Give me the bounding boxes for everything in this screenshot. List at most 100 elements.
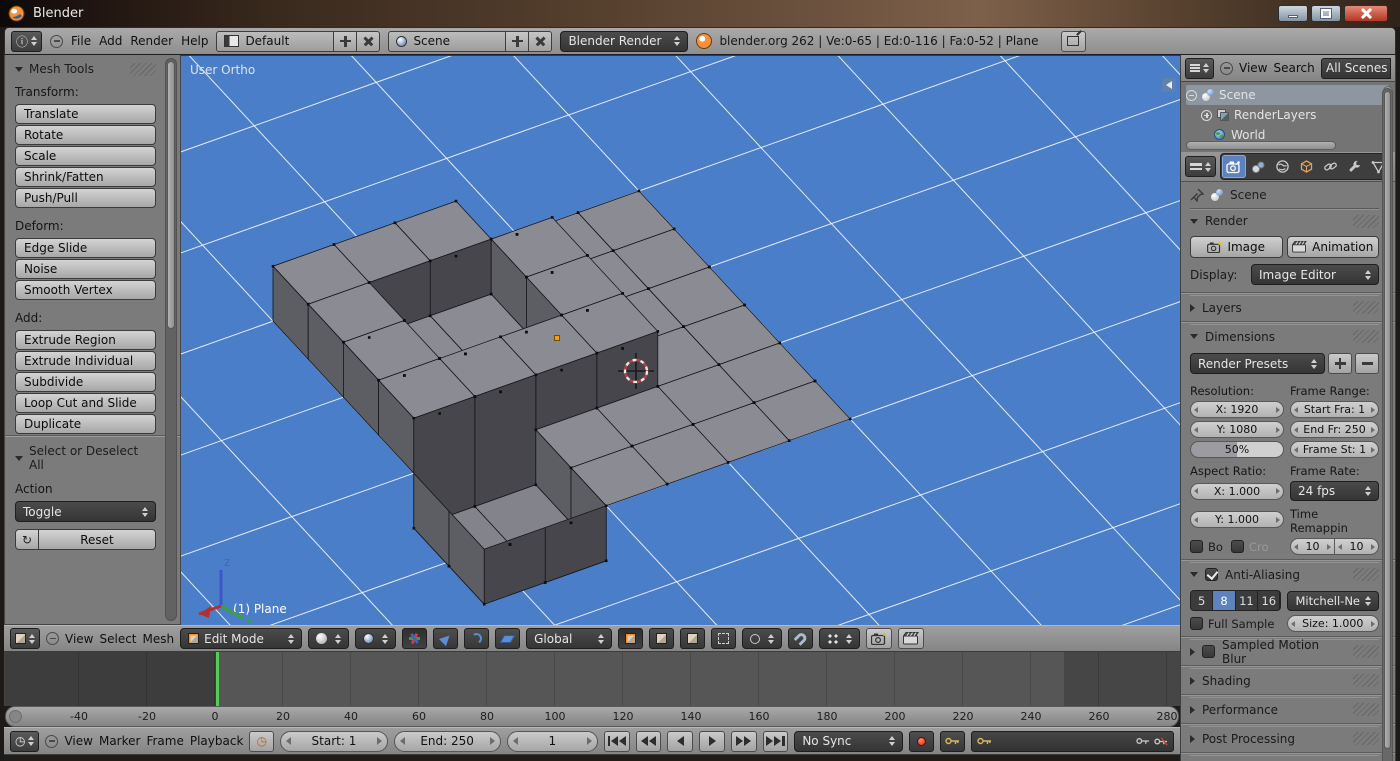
shading-dropdown[interactable] (308, 628, 349, 649)
panel-drag-hatch[interactable] (1353, 568, 1379, 581)
face-select-button[interactable] (680, 628, 705, 649)
panel-header-stamp[interactable]: Stamp (1190, 755, 1379, 761)
editor-type-button[interactable] (1185, 58, 1214, 79)
menu-view[interactable]: View (65, 632, 93, 646)
aa-samples-8[interactable]: 8 (1213, 591, 1235, 610)
frame-start-field[interactable]: Start Fra: 1 (1290, 401, 1379, 418)
panel-drag-hatch[interactable] (1353, 732, 1379, 745)
manipulator-rotate-button[interactable] (464, 628, 489, 649)
manipulator-translate-button[interactable] (402, 628, 427, 649)
tool-button-rotate[interactable]: Rotate (15, 125, 156, 145)
edge-select-button[interactable] (649, 628, 674, 649)
delete-key-icon[interactable] (1154, 737, 1168, 746)
close-button[interactable] (1344, 5, 1388, 22)
tool-button-edge-slide[interactable]: Edge Slide (15, 238, 156, 258)
editor-type-button[interactable] (10, 628, 40, 649)
frame-end-field[interactable]: End Fr: 250 (1290, 421, 1379, 438)
panel-header-shading[interactable]: Shading (1190, 668, 1379, 692)
aa-samples-11[interactable]: 11 (1236, 591, 1258, 610)
expand-region-icon[interactable] (1162, 78, 1176, 92)
editor-type-button[interactable]: ◷ (10, 731, 39, 752)
toolshelf-scrollbar[interactable] (165, 58, 177, 621)
action-dropdown[interactable]: Toggle (15, 501, 156, 522)
render-image-button[interactable]: Image (1190, 236, 1283, 258)
scrollbar-thumb[interactable] (1384, 91, 1391, 749)
tool-button-extrude-individual[interactable]: Extrude Individual (15, 351, 156, 371)
render-presets-dropdown[interactable]: Render Presets (1190, 353, 1325, 374)
remap-old-field[interactable]: 10 (1290, 538, 1334, 555)
occlude-geometry-button[interactable] (711, 628, 736, 649)
outliner-item-renderlayers[interactable]: RenderLayers (1186, 105, 1379, 125)
tab-scene[interactable] (1246, 155, 1270, 178)
scrollbar-thumb[interactable] (167, 61, 175, 329)
editor-type-button[interactable]: ⓘ (11, 31, 42, 52)
menu-mesh[interactable]: Mesh (143, 632, 175, 646)
border-checkbox[interactable] (1190, 540, 1203, 553)
mesh-tools-panel-header[interactable]: Mesh Tools (15, 62, 156, 76)
tab-modifiers[interactable] (1342, 155, 1366, 178)
scene-field[interactable]: Scene (388, 31, 506, 52)
aspect-x-field[interactable]: X: 1.000 (1190, 483, 1284, 500)
aspect-y-field[interactable]: Y: 1.000 (1190, 511, 1284, 528)
maximize-button[interactable] (1311, 5, 1341, 22)
collapse-icon[interactable] (1186, 90, 1197, 101)
panel-header-sampled-motion-blur[interactable]: Sampled Motion Blur (1190, 639, 1379, 663)
screen-layout-field[interactable]: Default (216, 31, 334, 52)
snap-element-dropdown[interactable] (819, 628, 860, 649)
expand-icon[interactable] (1201, 110, 1212, 121)
layers-panel-header[interactable]: Layers (1190, 295, 1379, 319)
tab-object[interactable] (1294, 155, 1318, 178)
panel-drag-hatch[interactable] (130, 63, 156, 76)
resolution-y-field[interactable]: Y: 1080 (1190, 421, 1284, 438)
prev-keyframe-button[interactable] (636, 731, 662, 752)
tool-button-extrude-region[interactable]: Extrude Region (15, 330, 156, 350)
panel-checkbox[interactable] (1202, 645, 1215, 658)
frame-step-field[interactable]: Frame St: 1 (1290, 441, 1379, 458)
mode-dropdown[interactable]: Edit Mode (180, 628, 302, 649)
panel-drag-hatch[interactable] (1353, 330, 1379, 343)
tool-button-noise[interactable]: Noise (15, 259, 156, 279)
tool-button-scale[interactable]: Scale (15, 146, 156, 166)
remove-preset-button[interactable] (1355, 353, 1379, 374)
tool-button-subdivide[interactable]: Subdivide (15, 372, 156, 392)
keying-set-button[interactable] (940, 731, 965, 752)
use-preview-range-button[interactable]: ◷ (249, 731, 274, 752)
tool-button-shrink-fatten[interactable]: Shrink/Fatten (15, 167, 156, 187)
full-sample-checkbox[interactable] (1190, 617, 1203, 630)
minimize-button[interactable] (1278, 5, 1308, 22)
render-animation-button[interactable]: Animation (1287, 236, 1380, 258)
menu-help[interactable]: Help (181, 34, 208, 48)
menu-add[interactable]: Add (99, 34, 122, 48)
selected-vertex[interactable] (555, 336, 560, 341)
tab-render[interactable] (1222, 155, 1246, 178)
render-opengl-button[interactable] (866, 628, 892, 649)
panel-header-performance[interactable]: Performance (1190, 697, 1379, 721)
render-engine-dropdown[interactable]: Blender Render (560, 31, 688, 52)
manipulator-arrow-button[interactable] (433, 628, 458, 649)
snap-toggle-button[interactable] (788, 628, 813, 649)
collapse-menus-icon[interactable] (1220, 62, 1233, 75)
menu-playback[interactable]: Playback (190, 734, 244, 748)
panel-drag-hatch[interactable] (1353, 301, 1379, 314)
resolution-x-field[interactable]: X: 1920 (1190, 401, 1284, 418)
menu-search[interactable]: Search (1273, 61, 1314, 75)
proportional-edit-dropdown[interactable] (742, 628, 782, 649)
menu-frame[interactable]: Frame (146, 734, 183, 748)
collapse-menus-icon[interactable] (45, 735, 58, 748)
aa-samples-5[interactable]: 5 (1191, 591, 1213, 610)
tab-constraints[interactable] (1318, 155, 1342, 178)
manipulator-scale-button[interactable] (495, 628, 520, 649)
tab-world[interactable] (1270, 155, 1294, 178)
timeline-ruler[interactable]: -40-200204060801001201401601802002202402… (5, 706, 1179, 727)
aa-size-field[interactable]: Size: 1.000 (1287, 615, 1380, 632)
outliner-hscrollbar[interactable] (1186, 141, 1336, 150)
timeline-track[interactable] (4, 652, 1180, 706)
outliner-scope-dropdown[interactable]: All Scenes (1321, 58, 1391, 79)
viewport-3d[interactable]: User Ortho (1) Plane zy (181, 55, 1180, 625)
tool-button-translate[interactable]: Translate (15, 104, 156, 124)
delete-scene-button[interactable] (529, 31, 552, 52)
vertex-select-button[interactable] (618, 628, 643, 649)
collapse-menus-icon[interactable] (46, 632, 59, 645)
tool-button-smooth-vertex[interactable]: Smooth Vertex (15, 280, 156, 300)
collapse-menus-icon[interactable] (50, 35, 63, 48)
